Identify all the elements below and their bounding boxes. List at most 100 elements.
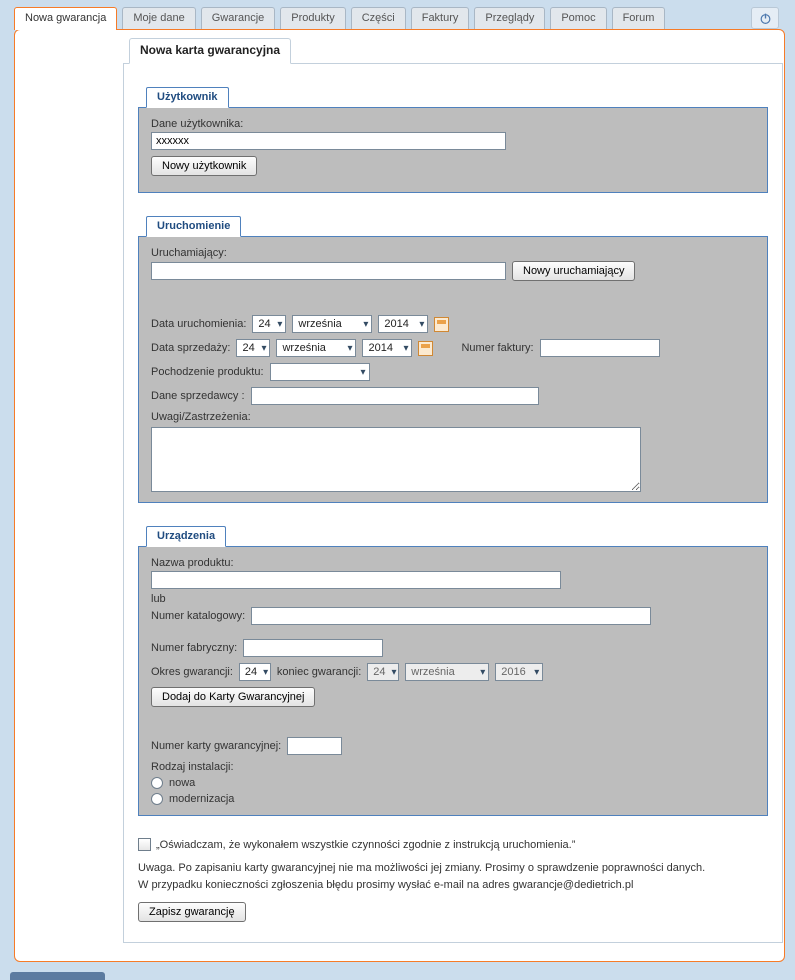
sale-date-day-select[interactable]: 24 ▾: [236, 339, 270, 357]
declaration-checkbox[interactable]: [138, 838, 151, 851]
remarks-textarea[interactable]: [151, 427, 641, 492]
run-date-year-select[interactable]: 2014▾: [378, 315, 428, 333]
tab-strip: Nowa gwarancja Moje dane Gwarancje Produ…: [0, 0, 795, 29]
chevron-down-icon: ▾: [361, 367, 366, 378]
fieldset-user: Użytkownik Dane użytkownika: Nowy użytko…: [138, 86, 768, 193]
tab-label: Faktury: [422, 12, 459, 24]
tab-my-data[interactable]: Moje dane: [122, 7, 195, 29]
select-value: 24: [245, 666, 257, 678]
button-label: Dodaj do Karty Gwarancyjnej: [162, 691, 304, 703]
run-date-day-select[interactable]: 24 ▾: [252, 315, 286, 333]
chevron-down-icon: ▾: [534, 667, 539, 678]
tab-label: Moje dane: [133, 12, 184, 24]
calendar-icon[interactable]: [434, 317, 449, 332]
card-no-input[interactable]: [287, 737, 342, 755]
main-panel: Użytkownik Dane użytkownika: Nowy użytko…: [123, 63, 783, 943]
chevron-down-icon: ▾: [277, 319, 282, 330]
button-label: Zapisz gwarancję: [149, 906, 235, 918]
tab-warranties[interactable]: Gwarancje: [201, 7, 276, 29]
fieldset-commissioning: Uruchomienie Uruchamiający: Nowy urucham…: [138, 215, 768, 503]
seller-input[interactable]: [251, 387, 539, 405]
chevron-down-icon: ▾: [480, 667, 485, 678]
save-warranty-button[interactable]: Zapisz gwarancję: [138, 902, 246, 922]
chevron-down-icon: ▾: [403, 343, 408, 354]
add-to-card-button[interactable]: Dodaj do Karty Gwarancyjnej: [151, 687, 315, 707]
serial-input[interactable]: [243, 639, 383, 657]
warranty-end-month-select[interactable]: września ▾: [405, 663, 489, 681]
run-date-label: Data uruchomienia:: [151, 318, 246, 330]
new-starter-button[interactable]: Nowy uruchamiający: [512, 261, 635, 281]
calendar-icon[interactable]: [418, 341, 433, 356]
tab-new-warranty[interactable]: Nowa gwarancja: [14, 7, 117, 30]
install-new-radio[interactable]: [151, 777, 163, 789]
warranty-period-label: Okres gwarancji:: [151, 666, 233, 678]
select-value: września: [298, 318, 341, 330]
warranty-period-select[interactable]: 24 ▾: [239, 663, 271, 681]
sale-date-label: Data sprzedaży:: [151, 342, 230, 354]
tab-label: Pomoc: [561, 12, 595, 24]
invoice-label: Numer faktury:: [461, 342, 533, 354]
sale-date-month-select[interactable]: września ▾: [276, 339, 356, 357]
origin-label: Pochodzenie produktu:: [151, 366, 264, 378]
starter-label: Uruchamiający:: [151, 247, 755, 259]
warranty-end-label: koniec gwarancji:: [277, 666, 361, 678]
install-mod-label: modernizacja: [169, 793, 234, 805]
tab-label: Nowa gwarancja: [25, 12, 106, 24]
tab-label: Przeglądy: [485, 12, 534, 24]
tab-help[interactable]: Pomoc: [550, 7, 606, 29]
fieldset-devices: Urządzenia Nazwa produktu: lub Numer kat…: [138, 525, 768, 816]
chevron-down-icon: ▾: [261, 343, 266, 354]
install-new-option[interactable]: nowa: [151, 777, 755, 789]
select-value: 24: [242, 342, 254, 354]
tab-forum[interactable]: Forum: [612, 7, 666, 29]
tab-invoices[interactable]: Faktury: [411, 7, 470, 29]
tab-label: Części: [362, 12, 395, 24]
fieldset-commissioning-legend: Uruchomienie: [146, 216, 241, 237]
catalog-input[interactable]: [251, 607, 651, 625]
tab-label: Gwarancje: [212, 12, 265, 24]
serial-label: Numer fabryczny:: [151, 642, 237, 654]
warranty-end-year-select[interactable]: 2016▾: [495, 663, 543, 681]
tab-products[interactable]: Produkty: [280, 7, 345, 29]
new-user-button[interactable]: Nowy użytkownik: [151, 156, 257, 176]
power-button[interactable]: [751, 7, 779, 29]
invoice-input[interactable]: [540, 339, 660, 357]
install-type-label: Rodzaj instalacji:: [151, 761, 755, 773]
install-mod-radio[interactable]: [151, 793, 163, 805]
product-name-input[interactable]: [151, 571, 561, 589]
tab-label: Forum: [623, 12, 655, 24]
select-value: 2014: [368, 342, 392, 354]
run-date-month-select[interactable]: września ▾: [292, 315, 372, 333]
starter-input[interactable]: [151, 262, 506, 280]
tab-inspections[interactable]: Przeglądy: [474, 7, 545, 29]
warranty-end-day-select[interactable]: 24▾: [367, 663, 399, 681]
seller-label: Dane sprzedawcy :: [151, 390, 245, 402]
chevron-down-icon: ▾: [419, 319, 424, 330]
note-line-1: Uwaga. Po zapisaniu karty gwarancyjnej n…: [138, 861, 768, 876]
chevron-down-icon: ▾: [392, 667, 397, 678]
page-container: Nowa karta gwarancyjna Użytkownik Dane u…: [14, 29, 785, 962]
sale-date-year-select[interactable]: 2014 ▾: [362, 339, 412, 357]
button-label: Nowy użytkownik: [162, 160, 246, 172]
declaration-label: „Oświadczam, że wykonałem wszystkie czyn…: [156, 839, 575, 851]
footer-bar: [0, 972, 795, 980]
power-icon: [759, 12, 772, 25]
product-origin-select[interactable]: ▾: [270, 363, 370, 381]
user-data-input[interactable]: [151, 132, 506, 150]
remarks-label: Uwagi/Zastrzeżenia:: [151, 411, 755, 423]
fieldset-devices-legend: Urządzenia: [146, 526, 226, 547]
chevron-down-icon: ▾: [363, 319, 368, 330]
user-data-label: Dane użytkownika:: [151, 118, 755, 130]
or-label: lub: [151, 593, 166, 605]
select-value: 24: [258, 318, 270, 330]
chevron-down-icon: ▾: [347, 343, 352, 354]
install-mod-option[interactable]: modernizacja: [151, 793, 755, 805]
tab-parts[interactable]: Części: [351, 7, 406, 29]
fieldset-user-legend: Użytkownik: [146, 87, 229, 108]
select-value: września: [282, 342, 325, 354]
select-value: września: [411, 666, 454, 678]
chevron-down-icon: ▾: [263, 667, 268, 678]
product-name-label: Nazwa produktu:: [151, 557, 755, 569]
card-no-label: Numer karty gwarancyjnej:: [151, 740, 281, 752]
catalog-label: Numer katalogowy:: [151, 610, 245, 622]
